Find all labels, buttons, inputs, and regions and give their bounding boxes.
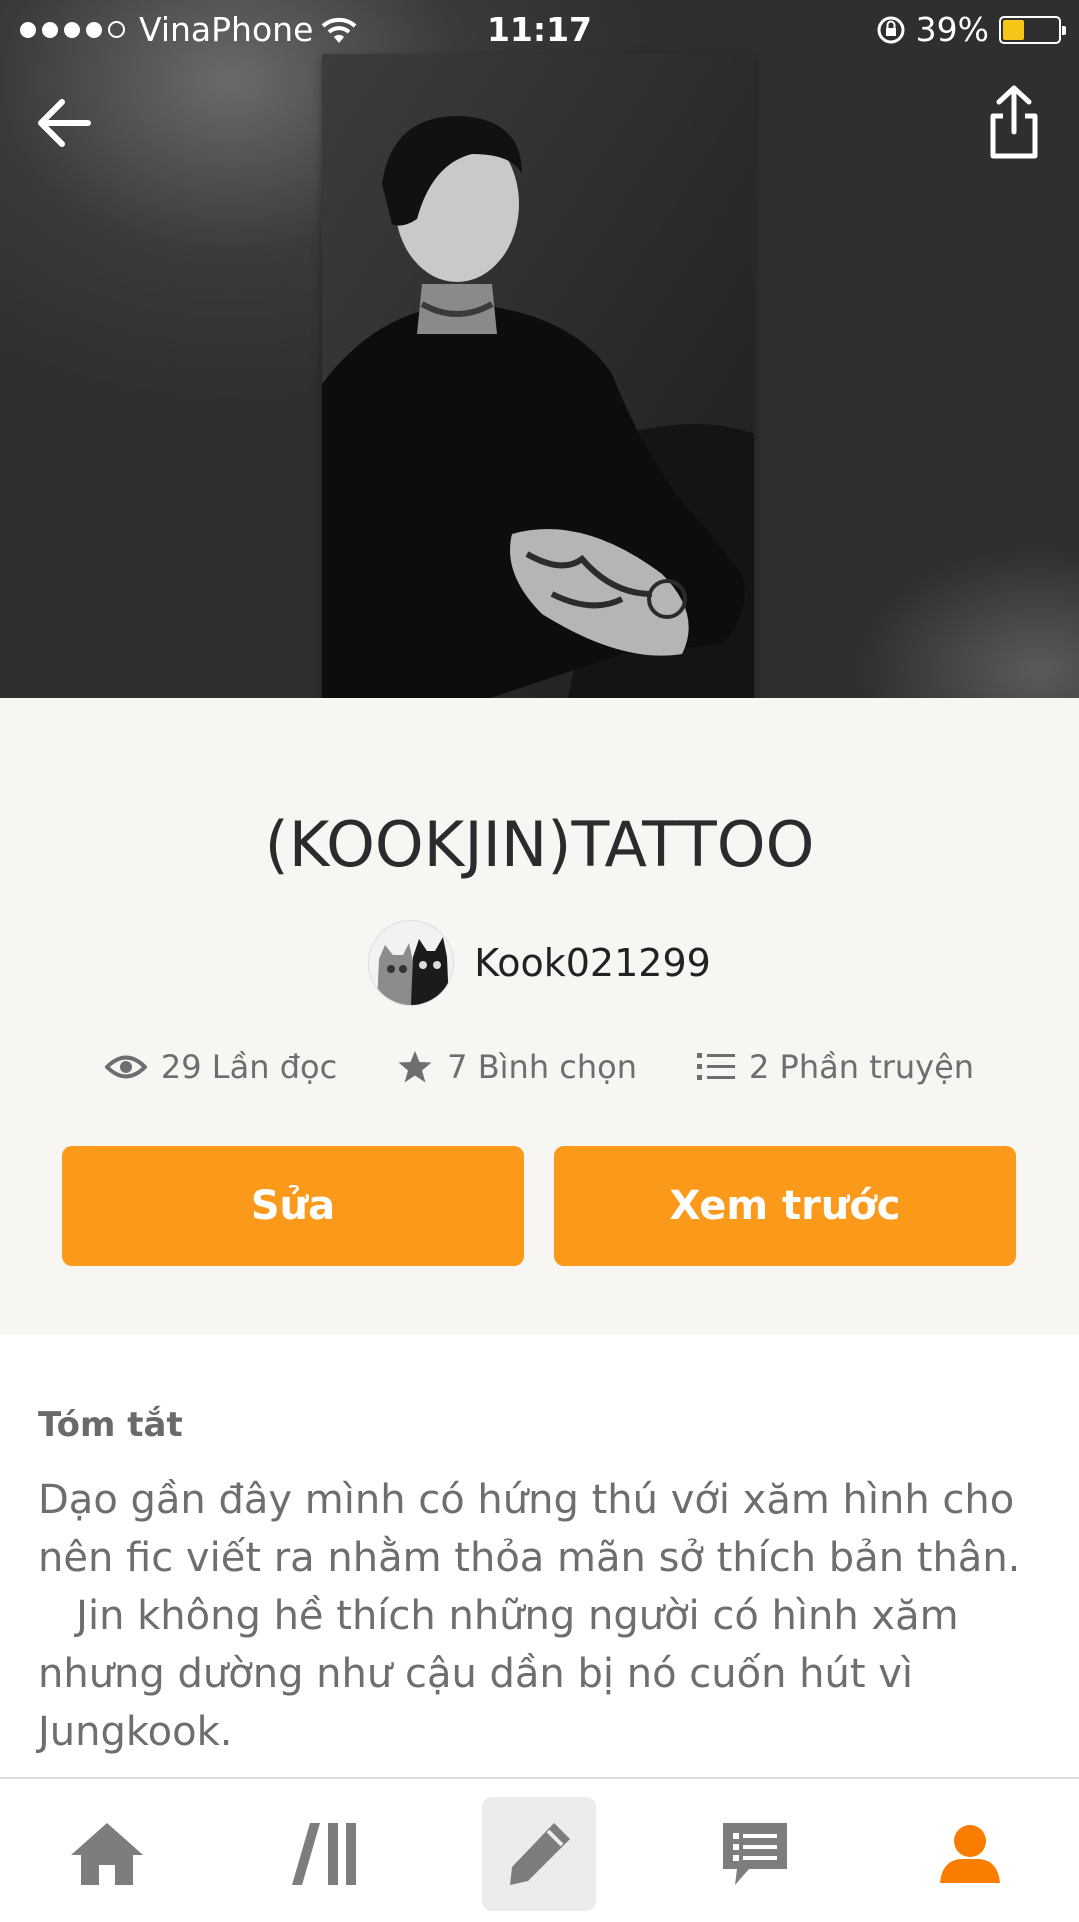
reads-stat: 29 Lần đọc [104,1048,338,1086]
summary-section: Tóm tắt Dạo gần đây mình có hứng thú với… [38,1405,1048,1761]
story-info-section: (KOOKJIN)TATTOO Kook021299 29 Lần đọc 7 … [0,698,1079,1335]
messages-icon [723,1823,787,1885]
votes-stat: 7 Bình chọn [397,1048,637,1086]
bottom-nav [0,1777,1079,1922]
profile-icon [940,1825,1000,1883]
battery-icon [999,15,1066,44]
edit-button[interactable]: Sửa [62,1146,524,1266]
battery-percent: 39% [915,10,989,49]
status-bar: VinaPhone 11:17 39% [0,0,1079,58]
share-icon [990,85,1038,159]
nav-home[interactable] [50,1797,164,1911]
nav-profile[interactable] [913,1797,1027,1911]
list-icon [697,1053,736,1080]
preview-button[interactable]: Xem trước [554,1146,1016,1266]
story-title: (KOOKJIN)TATTOO [264,808,815,881]
arrow-left-icon [38,99,91,147]
share-button[interactable] [979,82,1049,162]
pencil-icon [510,1823,570,1885]
rotation-lock-icon [877,16,905,43]
story-stats: 29 Lần đọc 7 Bình chọn 2 Phần truyện [0,1048,1079,1086]
cover-photo [322,54,754,728]
author-name[interactable]: Kook021299 [474,941,711,985]
author-row[interactable]: Kook021299 [0,920,1079,1006]
eye-icon [104,1055,147,1079]
header-glow [819,520,1079,698]
status-right: 39% [876,10,1066,49]
star-icon [398,1051,432,1083]
library-icon [292,1823,356,1885]
back-button[interactable] [30,88,100,158]
votes-count: 7 Bình chọn [447,1048,638,1086]
cats-avatar-image [369,921,454,1005]
avatar[interactable] [368,920,455,1006]
summary-title: Tóm tắt [38,1405,183,1445]
home-icon [71,1823,143,1885]
reads-count: 29 Lần đọc [160,1048,338,1086]
summary-text: Dạo gần đây mình có hứng thú với xăm hìn… [38,1477,1021,1755]
battery-fill [1003,19,1025,40]
parts-count: 2 Phần truyện [749,1048,975,1086]
nav-messages[interactable] [698,1797,812,1911]
nav-write[interactable] [482,1797,596,1911]
parts-stat: 2 Phần truyện [697,1048,974,1086]
story-cover-image [322,54,754,728]
nav-library[interactable] [268,1797,382,1911]
